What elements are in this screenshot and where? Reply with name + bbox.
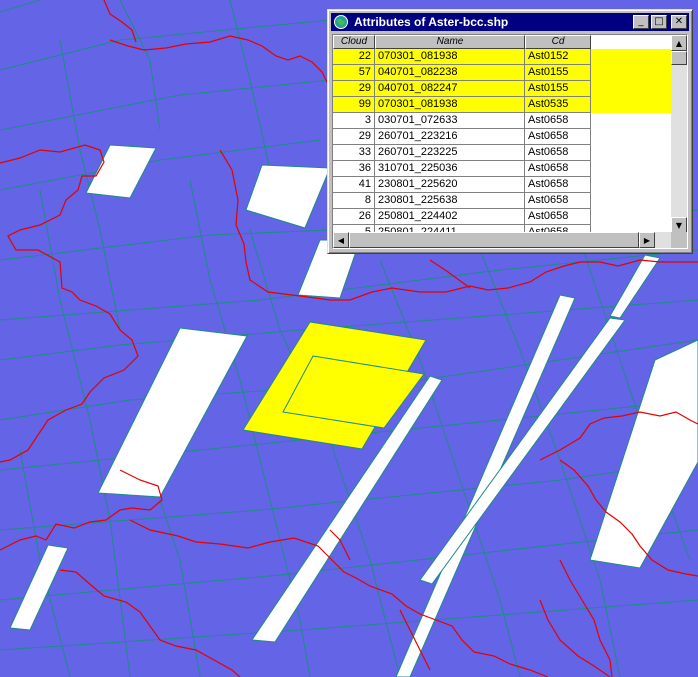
table-row[interactable]: 99 070301_081938 Ast0535 [333,97,673,113]
column-header-name[interactable]: Name [375,35,525,49]
cell-name: 070301_081938 [375,97,525,113]
cell-cloud: 57 [333,65,375,81]
close-icon: ✕ [674,16,684,27]
scroll-down-button[interactable]: ▼ [671,217,687,233]
cell-cloud: 8 [333,193,375,209]
cell-name: 260701_223225 [375,145,525,161]
table-row[interactable]: 8 230801_225638 Ast0658 [333,193,673,209]
cell-cd: Ast0155 [525,65,591,81]
cell-name: 230801_225620 [375,177,525,193]
cell-cloud: 3 [333,113,375,129]
maximize-button[interactable]: □ [651,15,667,29]
cell-cd: Ast0152 [525,49,591,65]
arrow-down-icon: ▼ [675,220,683,230]
scroll-right-button[interactable]: ▶ [639,232,655,248]
cell-cd: Ast0658 [525,113,591,129]
vertical-scrollbar[interactable]: ▲ ▼ [671,35,687,233]
table-row[interactable]: 22 070301_081938 Ast0152 [333,49,673,65]
vertical-scroll-thumb[interactable] [671,51,687,65]
table-row[interactable]: 26 250801_224402 Ast0658 [333,209,673,225]
cell-cloud: 41 [333,177,375,193]
horizontal-scrollbar[interactable]: ◀ ▶ [333,232,673,248]
cell-cloud: 22 [333,49,375,65]
scroll-up-button[interactable]: ▲ [671,35,687,51]
cell-cd: Ast0658 [525,193,591,209]
column-header-cloud[interactable]: Cloud [333,35,375,49]
cell-name: 260701_223216 [375,129,525,145]
table-row[interactable]: 33 260701_223225 Ast0658 [333,145,673,161]
scroll-left-button[interactable]: ◀ [333,232,349,248]
cell-cd: Ast0658 [525,129,591,145]
table-row[interactable]: 29 260701_223216 Ast0658 [333,129,673,145]
arrow-left-icon: ◀ [337,235,345,245]
globe-icon [334,15,348,29]
cell-name: 230801_225638 [375,193,525,209]
cell-name: 040701_082247 [375,81,525,97]
minimize-icon: _ [638,16,644,27]
attribute-table-window[interactable]: Attributes of Aster-bcc.shp _ □ ✕ Cloud … [327,9,693,254]
cell-name: 030701_072633 [375,113,525,129]
cell-cd: Ast0658 [525,161,591,177]
close-button[interactable]: ✕ [671,15,687,29]
cell-cloud: 36 [333,161,375,177]
arrow-up-icon: ▲ [675,38,683,48]
table-row[interactable]: 29 040701_082247 Ast0155 [333,81,673,97]
cell-cd: Ast0535 [525,97,591,113]
window-title: Attributes of Aster-bcc.shp [354,15,509,29]
cell-name: 250801_224402 [375,209,525,225]
cell-cloud: 99 [333,97,375,113]
table-row[interactable]: 3 030701_072633 Ast0658 [333,113,673,129]
cell-name: 310701_225036 [375,161,525,177]
minimize-button[interactable]: _ [633,15,649,29]
column-header-cd[interactable]: Cd [525,35,591,49]
cell-cloud: 26 [333,209,375,225]
table-row[interactable]: 41 230801_225620 Ast0658 [333,177,673,193]
cell-cloud: 29 [333,81,375,97]
cell-name: 070301_081938 [375,49,525,65]
maximize-icon: □ [654,16,664,27]
arrow-right-icon: ▶ [643,235,651,245]
cell-cd: Ast0155 [525,81,591,97]
table-header: Cloud Name Cd [333,35,591,49]
scrollbar-corner [671,232,687,248]
cell-cd: Ast0658 [525,209,591,225]
cell-cloud: 33 [333,145,375,161]
cell-name: 040701_082238 [375,65,525,81]
horizontal-scroll-thumb[interactable] [349,232,639,248]
cell-cd: Ast0658 [525,145,591,161]
table-row[interactable]: 36 310701_225036 Ast0658 [333,161,673,177]
table-body: 22 070301_081938 Ast0152 57 040701_082238 Ast… [333,49,673,233]
table-row[interactable]: 57 040701_082238 Ast0155 [333,65,673,81]
window-titlebar[interactable]: Attributes of Aster-bcc.shp _ □ ✕ [331,13,689,31]
cell-cd: Ast0658 [525,177,591,193]
cell-cloud: 29 [333,129,375,145]
attribute-grid[interactable]: Cloud Name Cd 22 070301_081938 Ast0152 57 04… [332,34,688,249]
